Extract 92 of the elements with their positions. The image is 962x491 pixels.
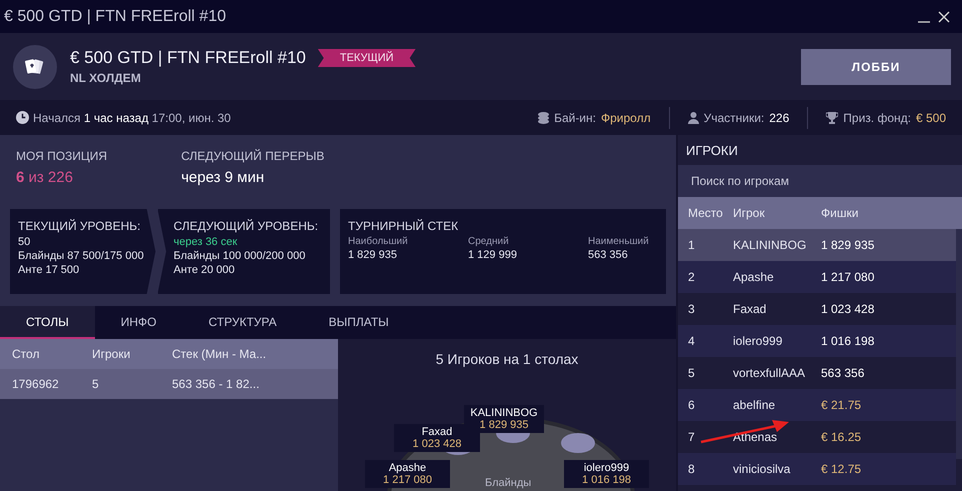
coin-stack-icon xyxy=(538,112,550,124)
scrollbar[interactable] xyxy=(956,229,962,459)
player-row[interactable]: 1 KALININBOG 1 829 935 xyxy=(678,229,956,261)
chips-cell-text: 1 217 080 xyxy=(821,270,876,284)
prize-cell-text: € 21.75 xyxy=(821,398,862,412)
window-title: € 500 GTD | FTN FREEroll #10 xyxy=(4,8,226,26)
start-time: Начался 1 час назад 17:00, июн. 30 xyxy=(33,110,231,124)
level-line: Анте 17 500 xyxy=(18,264,80,276)
close-icon[interactable] xyxy=(938,10,950,22)
seat-chips: 1 217 080 xyxy=(365,474,450,486)
player-search-field[interactable]: Поиск по игрокам xyxy=(678,165,962,197)
player-row[interactable]: 8 viniciosilva € 12.75 xyxy=(678,453,956,485)
chips-cell-text: 1 023 428 xyxy=(821,302,876,316)
tab[interactable]: ВЫПЛАТЫ xyxy=(302,306,415,339)
stat-label: Наименьший xyxy=(588,236,650,247)
break-value: через 9 мин xyxy=(181,169,266,186)
cards-avatar-icon xyxy=(13,44,57,88)
column-header: Игрок xyxy=(733,206,766,220)
place-cell-text: 3 xyxy=(688,302,696,316)
place-cell-text: 1 xyxy=(688,238,696,252)
seat-chips: 1 016 198 xyxy=(564,474,649,486)
table-cell-text: 563 356 - 1 82... xyxy=(172,377,260,391)
stat-label: Наибольший xyxy=(348,236,409,247)
chips-cell-text: 563 356 xyxy=(821,366,866,380)
seat-player-name: KALININBOG xyxy=(469,407,539,419)
prize-cell-text: € 12.75 xyxy=(821,462,862,476)
position-label: МОЯ ПОЗИЦИЯ xyxy=(16,149,108,163)
stat-value: 563 356 xyxy=(588,249,629,261)
player-name-cell-text: viniciosilva xyxy=(733,462,792,476)
chips-cell-text: 1 016 198 xyxy=(821,334,876,348)
lobby-button[interactable]: ЛОББИ xyxy=(801,48,951,84)
buy-in-label: Бай-ин: xyxy=(554,110,596,124)
tab[interactable]: СТРУКТУРА xyxy=(182,306,303,339)
column-header: Стол xyxy=(12,347,40,361)
level-line: 50 xyxy=(18,236,32,248)
column-header: Фишки xyxy=(821,206,860,220)
player-row[interactable]: 2 Apashe 1 217 080 xyxy=(678,261,956,293)
person-icon xyxy=(688,112,699,124)
table-cell-text: 5 xyxy=(92,377,100,391)
stat-value: 1 129 999 xyxy=(468,249,518,261)
blinds-label: Блайнды xyxy=(485,477,532,489)
status-badge: ТЕКУЩИЙ xyxy=(318,49,416,67)
seat-player-name: iolero999 xyxy=(582,462,630,474)
tab[interactable]: ИНФО xyxy=(94,306,183,339)
game-type: NL ХОЛДЕМ xyxy=(70,71,142,85)
place-cell-text: 8 xyxy=(688,462,696,476)
participants-label: Участники: xyxy=(704,110,764,124)
place-cell-text: 2 xyxy=(688,270,696,284)
players-title: ИГРОКИ xyxy=(685,142,739,160)
table-row[interactable]: 1796962 5 563 356 - 1 82... xyxy=(0,369,338,399)
player-row[interactable]: 4 iolero999 1 016 198 xyxy=(678,325,956,357)
player-name-cell-text: Faxad xyxy=(733,302,768,316)
seat-player-name: Faxad xyxy=(420,426,454,438)
level-line: Блайнды 100 000/200 000 xyxy=(174,250,306,262)
player-name-cell-text: vortexfullAAA xyxy=(733,366,806,380)
trophy-icon xyxy=(826,112,838,124)
seat-chips: 1 023 428 xyxy=(394,438,480,450)
player-name-cell-text: iolero999 xyxy=(733,334,784,348)
player-name-cell-text: Apashe xyxy=(733,270,775,284)
player-row[interactable]: 6 abelfine € 21.75 xyxy=(678,389,956,421)
prize-pool-value: € 500 xyxy=(916,110,946,124)
position-value: 6 из 226 xyxy=(16,169,74,186)
level-line: Анте 20 000 xyxy=(174,264,236,276)
tournament-title: € 500 GTD | FTN FREEroll #10 xyxy=(70,48,306,68)
level-line: Блайнды 87 500/175 000 xyxy=(18,250,145,262)
next-level-title: СЛЕДУЮЩИЙ УРОВЕНЬ: xyxy=(174,219,320,233)
table-view-title: 5 Игроков на 1 столах xyxy=(434,351,580,367)
current-level-title: ТЕКУЩИЙ УРОВЕНЬ: xyxy=(18,219,142,233)
stack-title: ТУРНИРНЫЙ СТЕК xyxy=(348,219,460,233)
column-header: Игроки xyxy=(92,347,132,361)
stat-label: Средний xyxy=(468,236,510,247)
player-name-cell-text: abelfine xyxy=(733,398,776,412)
prize-pool-label: Приз. фонд: xyxy=(843,110,911,124)
countdown: через 36 сек xyxy=(174,236,238,248)
place-cell-text: 5 xyxy=(688,366,696,380)
break-label: СЛЕДУЮЩИЙ ПЕРЕРЫВ xyxy=(181,149,324,163)
player-name-cell-text: KALININBOG xyxy=(733,238,808,252)
table-cell-text: 1796962 xyxy=(12,377,60,391)
place-cell-text: 6 xyxy=(688,398,696,412)
prize-cell-text: € 16.25 xyxy=(821,430,862,444)
buy-in-value: Фриролл xyxy=(600,110,651,124)
seat-player-name: Apashe xyxy=(388,462,428,474)
place-cell-text: 7 xyxy=(688,430,696,444)
seat-chips: 1 829 935 xyxy=(464,419,544,431)
participants-value: 226 xyxy=(769,110,790,124)
column-header: Стек (Мин - Ма... xyxy=(172,347,268,361)
column-header: Место xyxy=(688,206,724,220)
tab[interactable]: СТОЛЫ xyxy=(0,306,95,339)
stat-value: 1 829 935 xyxy=(348,249,398,261)
chips-cell-text: 1 829 935 xyxy=(821,238,876,252)
clock-icon xyxy=(16,111,29,124)
place-cell-text: 4 xyxy=(688,334,696,348)
